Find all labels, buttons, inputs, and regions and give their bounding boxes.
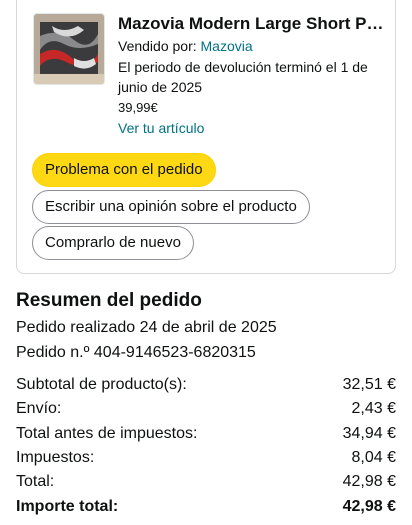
seller-label: Vendido por: — [118, 38, 197, 54]
summary-label: Impuestos: — [16, 449, 95, 466]
buy-again-button[interactable]: Comprarlo de nuevo — [32, 226, 194, 260]
product-price: 39,99€ — [118, 100, 158, 115]
seller-link[interactable]: Mazovia — [201, 38, 253, 54]
summary-row-pretax-total: Total antes de impuestos: 34,94 € — [16, 425, 396, 443]
return-notice-line-2: junio de 2025 — [118, 79, 203, 95]
summary-row-grand-total: Importe total: 42,98 € — [16, 498, 396, 516]
summary-row-subtotal: Subtotal de producto(s): 32,51 € — [16, 376, 396, 394]
summary-label: Envío: — [16, 400, 62, 417]
write-review-button[interactable]: Escribir una opinión sobre el producto — [32, 190, 310, 224]
order-date: Pedido realizado 24 de abril de 2025 — [16, 319, 277, 336]
summary-row-taxes: Impuestos: 8,04 € — [16, 449, 396, 467]
seller-line: Vendido por: Mazovia — [118, 36, 253, 56]
summary-label: Importe total: — [16, 498, 119, 515]
problem-with-order-button[interactable]: Problema con el pedido — [32, 153, 216, 187]
view-item-link[interactable]: Ver tu artículo — [118, 118, 204, 138]
summary-value: 42,98 € — [342, 498, 396, 515]
summary-value: 42,98 € — [342, 473, 396, 490]
summary-value: 32,51 € — [342, 376, 396, 393]
product-thumbnail[interactable] — [34, 14, 104, 84]
summary-label: Total: — [16, 473, 55, 490]
summary-value: 8,04 € — [351, 449, 396, 466]
summary-row-total: Total: 42,98 € — [16, 473, 396, 491]
product-title[interactable]: Mazovia Modern Large Short Pil… — [118, 14, 388, 34]
return-notice-line-1: El periodo de devolución terminó el 1 de — [118, 59, 368, 75]
order-summary-heading: Resumen del pedido — [16, 290, 202, 311]
order-number: Pedido n.º 404-9146523-6820315 — [16, 344, 256, 361]
summary-row-shipping: Envío: 2,43 € — [16, 400, 396, 418]
summary-label: Total antes de impuestos: — [16, 425, 198, 442]
summary-label: Subtotal de producto(s): — [16, 376, 187, 393]
summary-value: 34,94 € — [342, 425, 396, 442]
summary-value: 2,43 € — [351, 400, 396, 417]
